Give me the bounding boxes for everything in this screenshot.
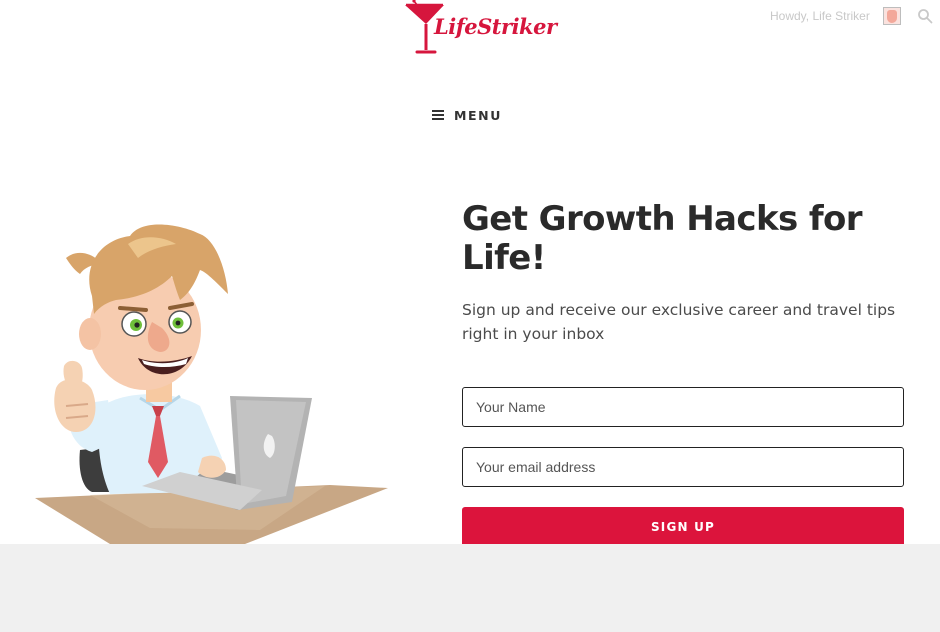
hero-subtext: Sign up and receive our exclusive career… — [462, 301, 896, 343]
footer-band — [0, 544, 940, 632]
sign-up-button[interactable]: SIGN UP — [462, 507, 904, 544]
page-content: LifeStriker Howdy, Life Striker MENU Get… — [0, 0, 940, 544]
email-input[interactable] — [462, 447, 904, 487]
businessman-laptop-illustration — [35, 224, 388, 544]
avatar[interactable] — [883, 7, 901, 25]
hero-headline: Get Growth Hacks for Life! — [462, 199, 863, 278]
menu-label: MENU — [454, 107, 502, 123]
logo-text[interactable]: LifeStriker — [434, 14, 557, 39]
user-greeting[interactable]: Howdy, Life Striker — [770, 9, 870, 23]
name-input[interactable] — [462, 387, 904, 427]
menu-toggle[interactable]: MENU — [432, 104, 502, 126]
search-icon[interactable] — [917, 8, 933, 24]
avatar-hand-icon — [887, 10, 897, 23]
hamburger-icon — [432, 110, 444, 120]
